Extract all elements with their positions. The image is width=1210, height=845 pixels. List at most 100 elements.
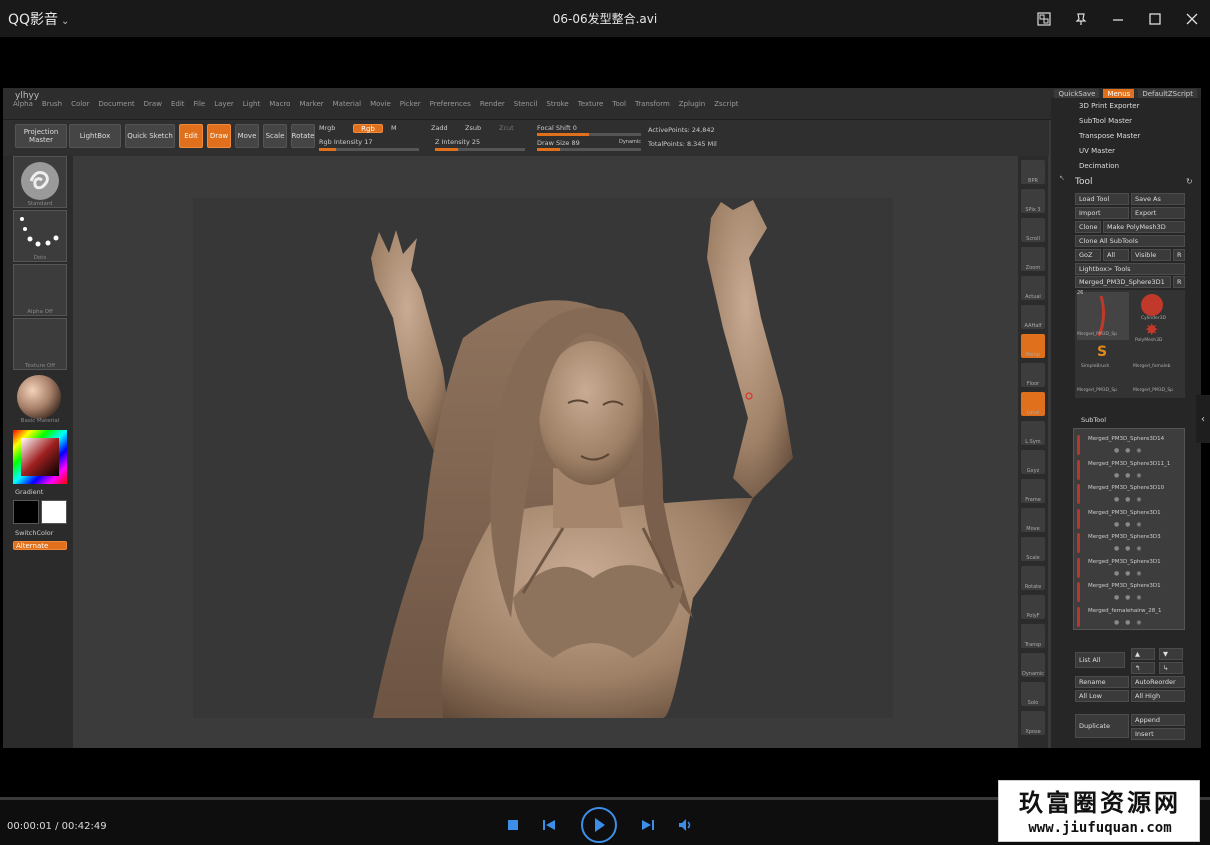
chevron-left-icon: ‹: [1201, 413, 1205, 425]
gradient-label: Gradient: [15, 488, 44, 496]
tool-thumb-label-6: Merged_PM3D_Sp: [1133, 388, 1174, 393]
arrow-up-icon: ▲: [1131, 648, 1155, 660]
shelf-button-label: Local: [1026, 410, 1040, 416]
all-high-button: All High: [1131, 690, 1185, 702]
load-tool-button: Load Tool: [1075, 193, 1129, 205]
zbrush-menu-item: Brush: [41, 100, 63, 108]
subtool-thumb-icon: [1077, 533, 1080, 553]
goz-visible-button: Visible: [1131, 249, 1171, 261]
zadd-label: Zadd: [431, 124, 448, 132]
subtool-visibility-icons: ● ● ◉: [1114, 594, 1144, 601]
z-intensity-label: Z Intensity 25: [435, 138, 481, 146]
watermark-url-text: www.jiufuquan.com: [1028, 820, 1172, 836]
subtool-item: Merged_PM3D_Sphere3D14 ● ● ◉: [1074, 433, 1184, 460]
subtool-visibility-icons: ● ● ◉: [1114, 618, 1144, 626]
playlist-toggle[interactable]: ‹: [1196, 395, 1210, 443]
color-picker: [13, 430, 67, 484]
stop-icon[interactable]: [506, 818, 520, 832]
zbrush-right-shelf: BPR SPix 3 Scroll Zoom Actual AAHalf Persp Floo…: [1018, 156, 1048, 748]
subtool-thumb-icon: [1077, 459, 1080, 480]
m-label: M: [391, 124, 397, 132]
zbrush-menu-item: Layer: [214, 100, 234, 108]
subtool-thumb-icon: [1077, 582, 1080, 602]
zbrush-toolbar: Projection Master LightBox Quick Sketch …: [3, 120, 1049, 156]
subtool-visibility-icons: ● ● ◉: [1114, 496, 1144, 503]
zsub-label: Zsub: [465, 124, 482, 132]
close-icon[interactable]: [1173, 0, 1210, 37]
zbrush-menu-item: Light: [242, 100, 261, 108]
draw-mode-button: Draw: [207, 124, 231, 148]
zbrush-menu-item: Material: [332, 100, 362, 108]
import-button: Import: [1075, 207, 1129, 219]
zbrush-video-frame: ylhyy Alpha Brush Color Document Draw Edit Fil…: [3, 88, 1201, 748]
subtool-item: Merged_PM3D_Sphere3D11_1 ● ● ◉: [1074, 458, 1184, 485]
subtool-thumb-icon: [1077, 606, 1080, 627]
arrow-downright-icon: ↳: [1159, 662, 1183, 674]
zbrush-menu-item: Zplugin: [678, 100, 706, 108]
shelf-button-label: Scale: [1026, 555, 1040, 561]
zbrush-tool-panel: 3D Print Exporter SubTool Master Transpo…: [1051, 98, 1201, 748]
volume-icon[interactable]: [677, 817, 695, 833]
subtool-thumb-icon: [1077, 435, 1080, 455]
lightbox-button: LightBox: [69, 124, 121, 148]
tool-thumb-label-2: PolyMesh3D: [1135, 338, 1163, 343]
shelf-button-label: Actual: [1025, 294, 1041, 300]
maximize-icon[interactable]: [1136, 0, 1173, 37]
time-display: 00:00:01 / 00:42:49: [7, 821, 107, 832]
texture-label: Texture Off: [24, 363, 55, 369]
subtool-thumb-icon: [1077, 557, 1080, 578]
stroke-label: Dots: [33, 255, 47, 261]
chevron-down-icon: ⌄: [61, 16, 70, 27]
zbrush-menu-item: Picker: [399, 100, 421, 108]
shelf-button-label: Dynamic: [1021, 671, 1045, 677]
mini-mode-icon[interactable]: [1025, 0, 1062, 37]
all-low-button: All Low: [1075, 690, 1129, 702]
scale-mode-button: Scale: [263, 124, 287, 148]
dynamic-label: Dynamic: [619, 139, 642, 145]
tool-thumbnails: 26 Merged_PM3D_Sp Cylinder3D ✸ PolyMesh3…: [1075, 290, 1185, 398]
shelf-button-label: Solo: [1027, 700, 1039, 706]
focal-shift-label: Focal Shift 0: [537, 124, 577, 132]
subtool-visibility-icons: ● ● ◉: [1114, 471, 1144, 479]
shelf-button-label: Zoom: [1025, 265, 1041, 271]
shelf-button-label: Transp: [1024, 642, 1042, 648]
arrow-upleft-icon: ↰: [1131, 662, 1155, 674]
app-menu-button[interactable]: QQ影音 ⌄: [8, 9, 69, 29]
subtool-list: Merged_PM3D_Sphere3D14 ● ● ◉ Merged_PM3D_S…: [1073, 428, 1185, 630]
play-icon: [595, 818, 605, 832]
clone-button: Clone: [1075, 221, 1101, 233]
next-icon[interactable]: [640, 818, 656, 832]
projection-master-button: Projection Master: [15, 124, 67, 148]
zbrush-menu-item: File: [193, 100, 206, 108]
subtool-name: Merged_PM3D_Sphere3D10: [1088, 485, 1165, 491]
minimize-icon[interactable]: [1099, 0, 1136, 37]
zbrush-canvas: [193, 198, 893, 718]
plugin-3d-print-exporter: 3D Print Exporter: [1079, 102, 1140, 110]
tool-thumb-label-4: Merged_femaleb: [1133, 364, 1171, 369]
subtool-name: Merged_PM3D_Sphere3D14: [1088, 436, 1165, 442]
tool-thumb-label-0: Merged_PM3D_Sp: [1077, 332, 1118, 337]
tool-thumb-label-5: Merged_PM3D_Sp: [1077, 388, 1118, 393]
previous-icon[interactable]: [541, 818, 557, 832]
simplebrush-icon: S: [1097, 344, 1108, 360]
zcut-label: Zcut: [499, 124, 514, 132]
subtool-visibility-icons: ● ● ◉: [1114, 520, 1144, 528]
play-button[interactable]: [581, 807, 617, 843]
subtool-item: Merged_PM3D_Sphere3D1 ● ● ◉: [1074, 556, 1184, 583]
shelf-button-label: SPix 3: [1025, 207, 1041, 213]
shelf-button-label: BPR: [1028, 178, 1038, 184]
append-button: Append: [1131, 714, 1185, 726]
pin-icon[interactable]: [1062, 0, 1099, 37]
edit-mode-button: Edit: [179, 124, 203, 148]
zbrush-menu-item: Edit: [170, 100, 185, 108]
shelf-button-label: Move: [1026, 526, 1040, 532]
plugin-decimation: Decimation: [1079, 162, 1120, 170]
cylinder-thumb-icon: [1141, 294, 1163, 316]
shelf-button-label: AAHalf: [1024, 323, 1042, 329]
polymesh-star-icon: ✸: [1145, 320, 1159, 339]
shelf-button-label: Rotate: [1024, 584, 1042, 590]
shelf-button-label: Frame: [1025, 497, 1041, 503]
mrgb-label: Mrgb: [319, 124, 336, 132]
zbrush-left-shelf: Standard Dots Alpha Off Texture Off Basi…: [3, 156, 73, 748]
subtool-item: Merged_PM3D_Sphere3D1 ● ● ◉: [1074, 580, 1184, 607]
